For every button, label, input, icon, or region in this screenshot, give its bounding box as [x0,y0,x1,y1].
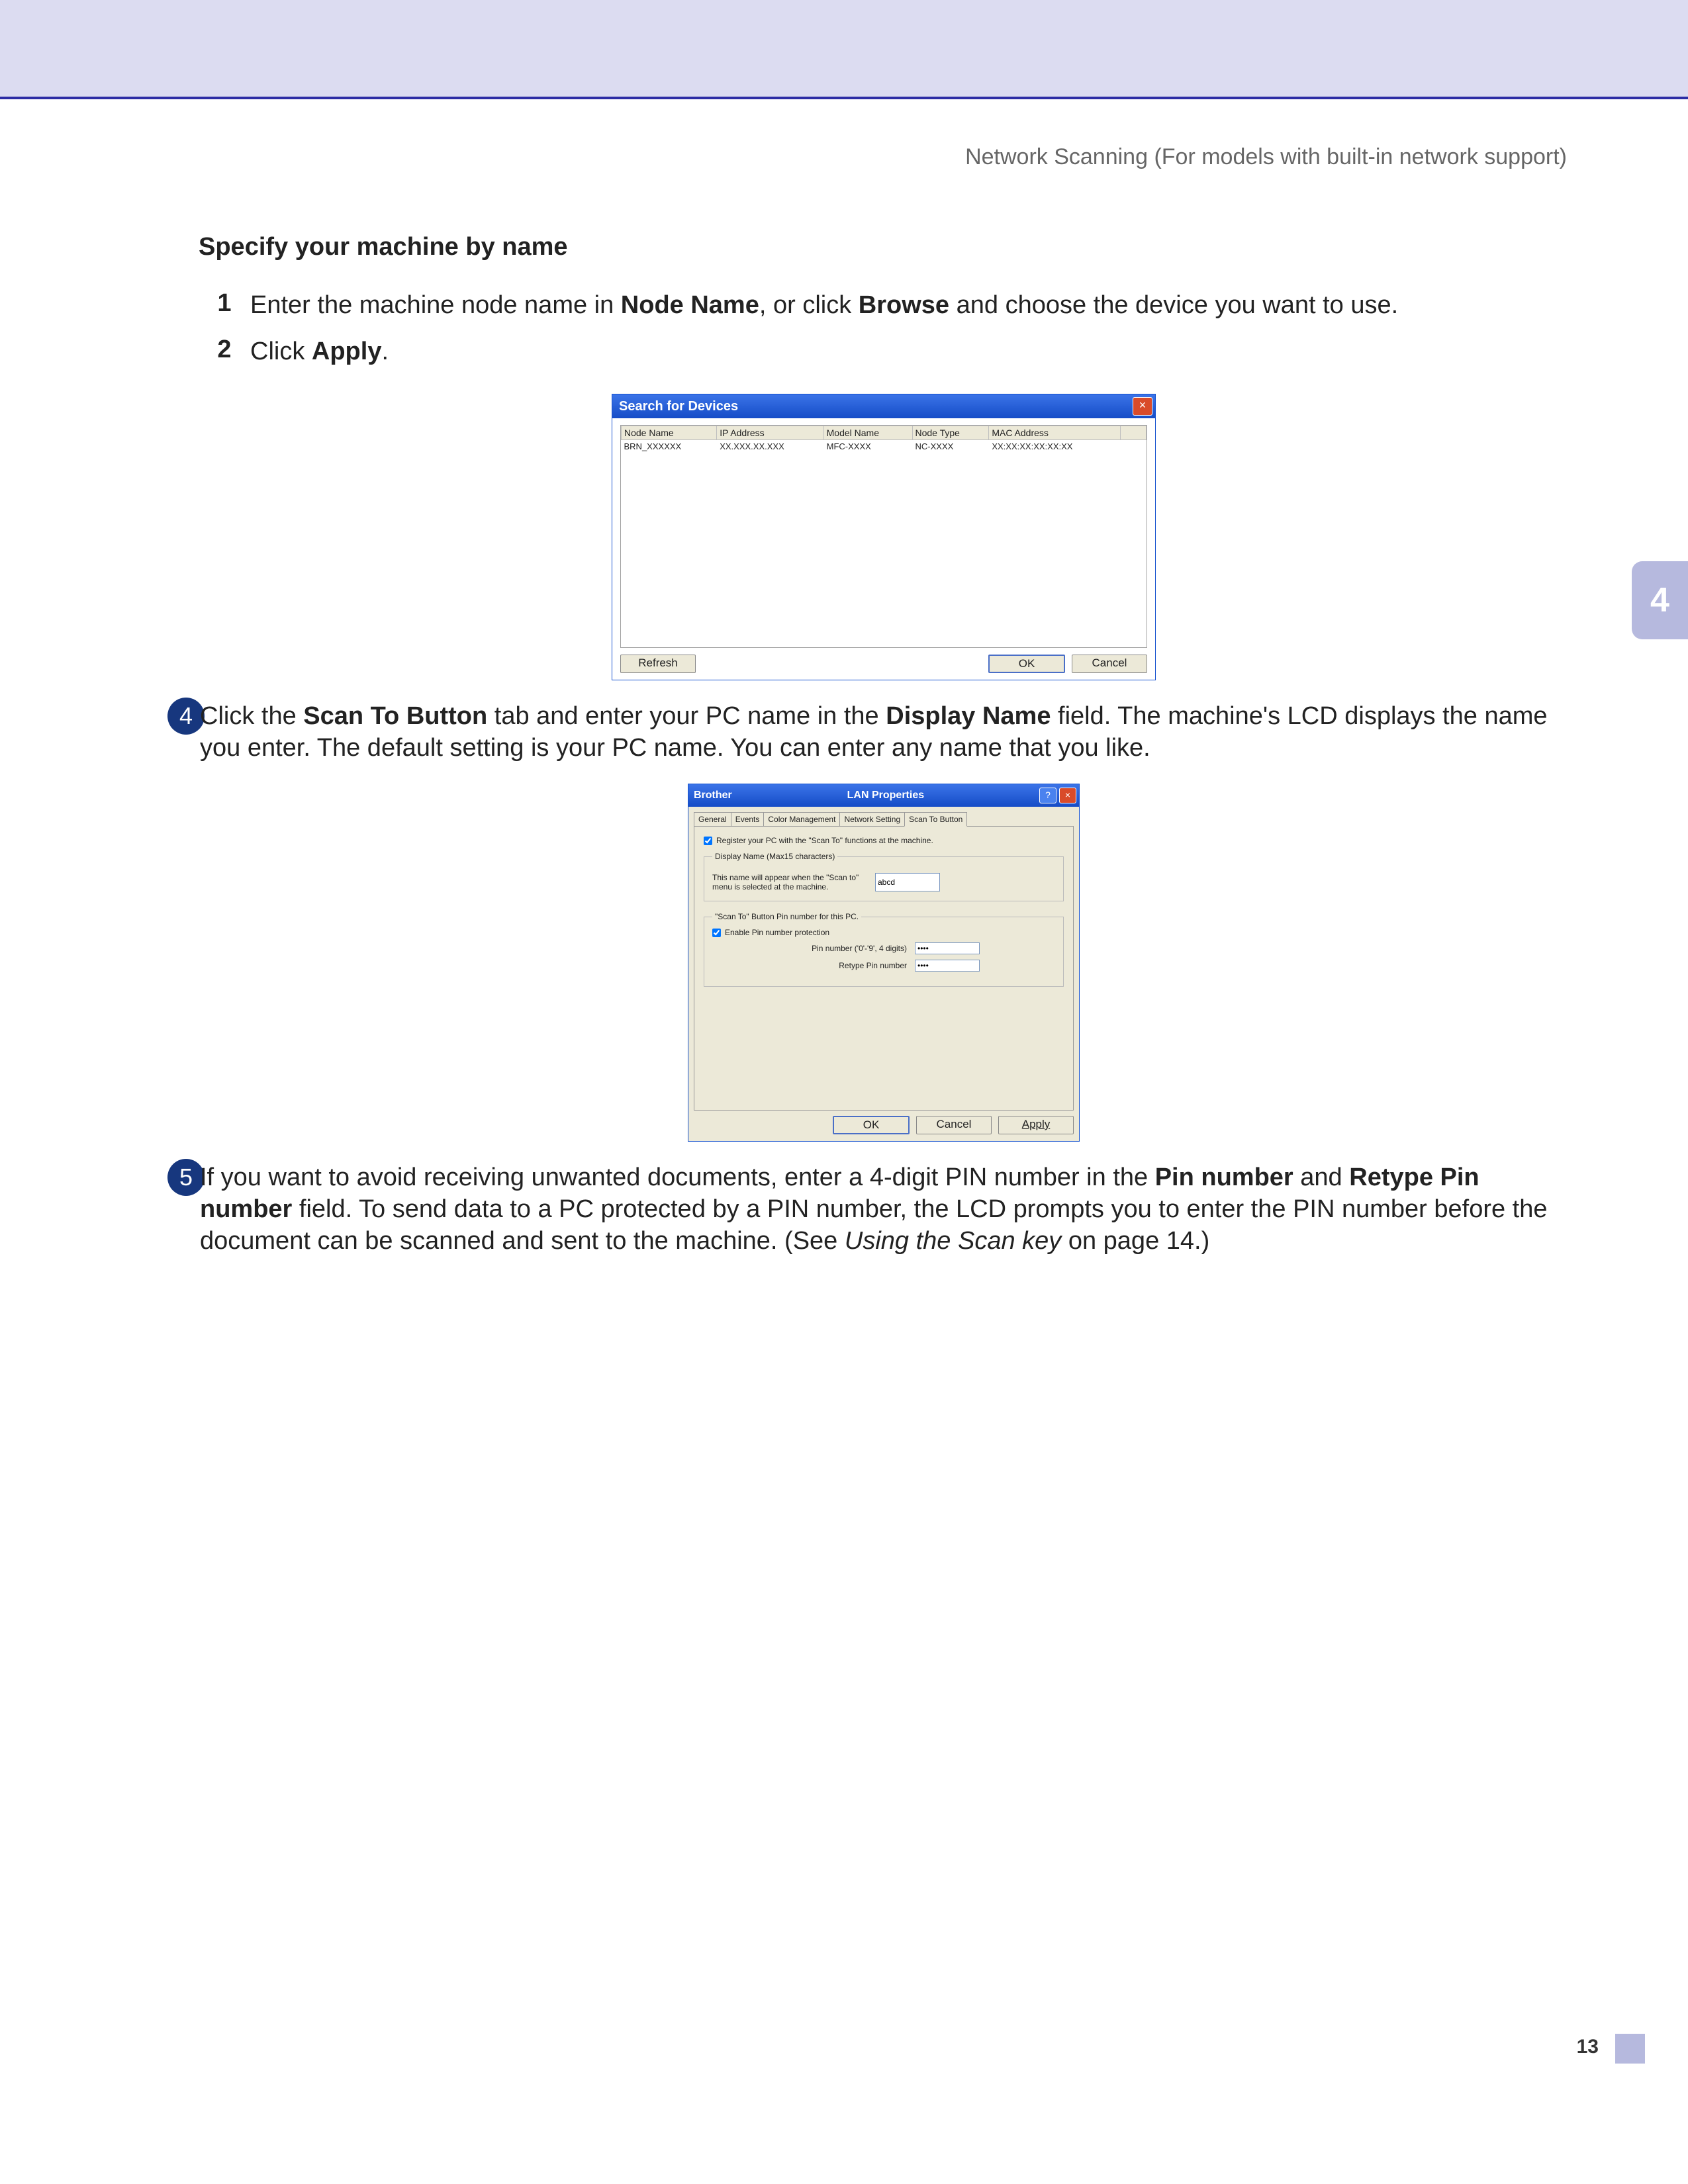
t: Display Name [886,702,1051,730]
col-node-type[interactable]: Node Type [912,426,989,440]
col-mac-address[interactable]: MAC Address [989,426,1121,440]
enable-pin-checkbox[interactable] [712,929,721,937]
cell: NC-XXXX [912,440,989,453]
t: Using the Scan key [845,1227,1061,1255]
section-heading: Specify your machine by name [199,233,1569,261]
apply-button[interactable]: Apply [998,1116,1074,1134]
retype-pin-input[interactable] [915,960,980,972]
page-number: 13 [1577,2036,1599,2058]
enable-pin-label: Enable Pin number protection [725,928,829,937]
t: Node Name [621,291,759,319]
register-checkbox-row: Register your PC with the "Scan To" func… [704,836,1064,845]
cancel-button[interactable]: Cancel [916,1116,992,1134]
dialog-lan-properties: Brother LAN Properties ? × General Event… [688,784,1080,1142]
pin-group: "Scan To" Button Pin number for this PC.… [704,912,1064,987]
window-title: Search for Devices [615,399,1133,414]
t: If you want to avoid receiving unwanted … [200,1163,1155,1191]
t: Enter the machine node name in [250,291,621,319]
main-content: Specify your machine by name 1 Enter the… [199,233,1569,1269]
col-node-name[interactable]: Node Name [622,426,717,440]
t: Pin number [1155,1163,1293,1191]
t: Apply [1022,1118,1051,1130]
close-icon[interactable]: × [1133,397,1152,416]
t: Scan To Button [303,702,487,730]
col-spare [1121,426,1147,440]
t: Browse [859,291,949,319]
button-row: Refresh OK Cancel [620,648,1147,673]
register-label: Register your PC with the "Scan To" func… [716,836,933,845]
button-row: OK Cancel Apply [688,1116,1079,1141]
cell: XX.XXX.XX.XXX [717,440,823,453]
step-5: 5 If you want to avoid receiving unwante… [199,1161,1569,1257]
tab-general[interactable]: General [694,812,731,826]
device-table: Node Name IP Address Model Name Node Typ… [621,426,1147,453]
register-checkbox[interactable] [704,837,712,845]
step-number: 2 [199,336,250,367]
tab-strip: General Events Color Management Network … [688,807,1079,826]
t: . [381,338,389,365]
tab-panel: Register your PC with the "Scan To" func… [694,826,1074,1111]
group-legend: "Scan To" Button Pin number for this PC. [712,912,861,921]
step-number-circle: 5 [167,1159,205,1196]
refresh-button[interactable]: Refresh [620,655,696,673]
help-icon[interactable]: ? [1039,788,1056,803]
cell: XX:XX:XX:XX:XX:XX [989,440,1121,453]
retype-pin-label: Retype Pin number [788,960,907,972]
col-model-name[interactable]: Model Name [823,426,912,440]
cell: MFC-XXXX [823,440,912,453]
ok-button[interactable]: OK [988,655,1065,673]
t: and choose the device you want to use. [949,291,1398,319]
display-name-note: This name will appear when the "Scan to"… [712,873,865,891]
titlebar: Search for Devices × [612,394,1155,418]
device-list[interactable]: Node Name IP Address Model Name Node Typ… [620,425,1147,648]
col-ip-address[interactable]: IP Address [717,426,823,440]
t: and [1293,1163,1350,1191]
header-breadcrumb: Network Scanning (For models with built-… [965,144,1567,170]
step-text: If you want to avoid receiving unwanted … [200,1161,1569,1257]
window-title: LAN Properties [735,790,1037,801]
dialog-body: Node Name IP Address Model Name Node Typ… [612,418,1155,680]
close-icon[interactable]: × [1059,788,1076,803]
t: Apply [312,338,382,365]
chapter-side-tab: 4 [1632,561,1688,639]
tab-scan-to-button[interactable]: Scan To Button [904,812,967,827]
step-2: 2 Click Apply. [199,336,1569,367]
pin-label: Pin number ('0'-'9', 4 digits) [788,942,907,954]
cancel-button[interactable]: Cancel [1072,655,1147,673]
ok-button[interactable]: OK [833,1116,910,1134]
display-name-input[interactable] [875,873,940,891]
cell: BRN_XXXXXX [622,440,717,453]
top-accent-bar [0,0,1688,99]
enable-pin-row: Enable Pin number protection [712,928,1055,937]
tab-network-setting[interactable]: Network Setting [839,812,905,826]
tab-color-management[interactable]: Color Management [763,812,840,826]
brand-label: Brother [691,790,732,801]
step-number: 1 [199,289,250,321]
pin-input[interactable] [915,942,980,954]
titlebar: Brother LAN Properties ? × [688,784,1079,807]
t: Click [250,338,312,365]
step-text: Enter the machine node name in Node Name… [250,289,1569,321]
group-legend: Display Name (Max15 characters) [712,852,837,861]
step-text: Click the Scan To Button tab and enter y… [200,700,1569,764]
table-row[interactable]: BRN_XXXXXX XX.XXX.XX.XXX MFC-XXXX NC-XXX… [622,440,1147,453]
t: Click the [200,702,303,730]
page-number-tab [1615,2034,1645,2064]
tab-events[interactable]: Events [731,812,765,826]
step-1: 1 Enter the machine node name in Node Na… [199,289,1569,321]
display-name-group: Display Name (Max15 characters) This nam… [704,852,1064,901]
step-text: Click Apply. [250,336,1569,367]
t: tab and enter your PC name in the [487,702,886,730]
step-number-circle: 4 [167,698,205,735]
dialog-search-for-devices: Search for Devices × Node Name IP Addres… [612,394,1156,680]
t: , or click [759,291,859,319]
t: on page 14.) [1061,1227,1209,1255]
step-4: 4 Click the Scan To Button tab and enter… [199,700,1569,764]
